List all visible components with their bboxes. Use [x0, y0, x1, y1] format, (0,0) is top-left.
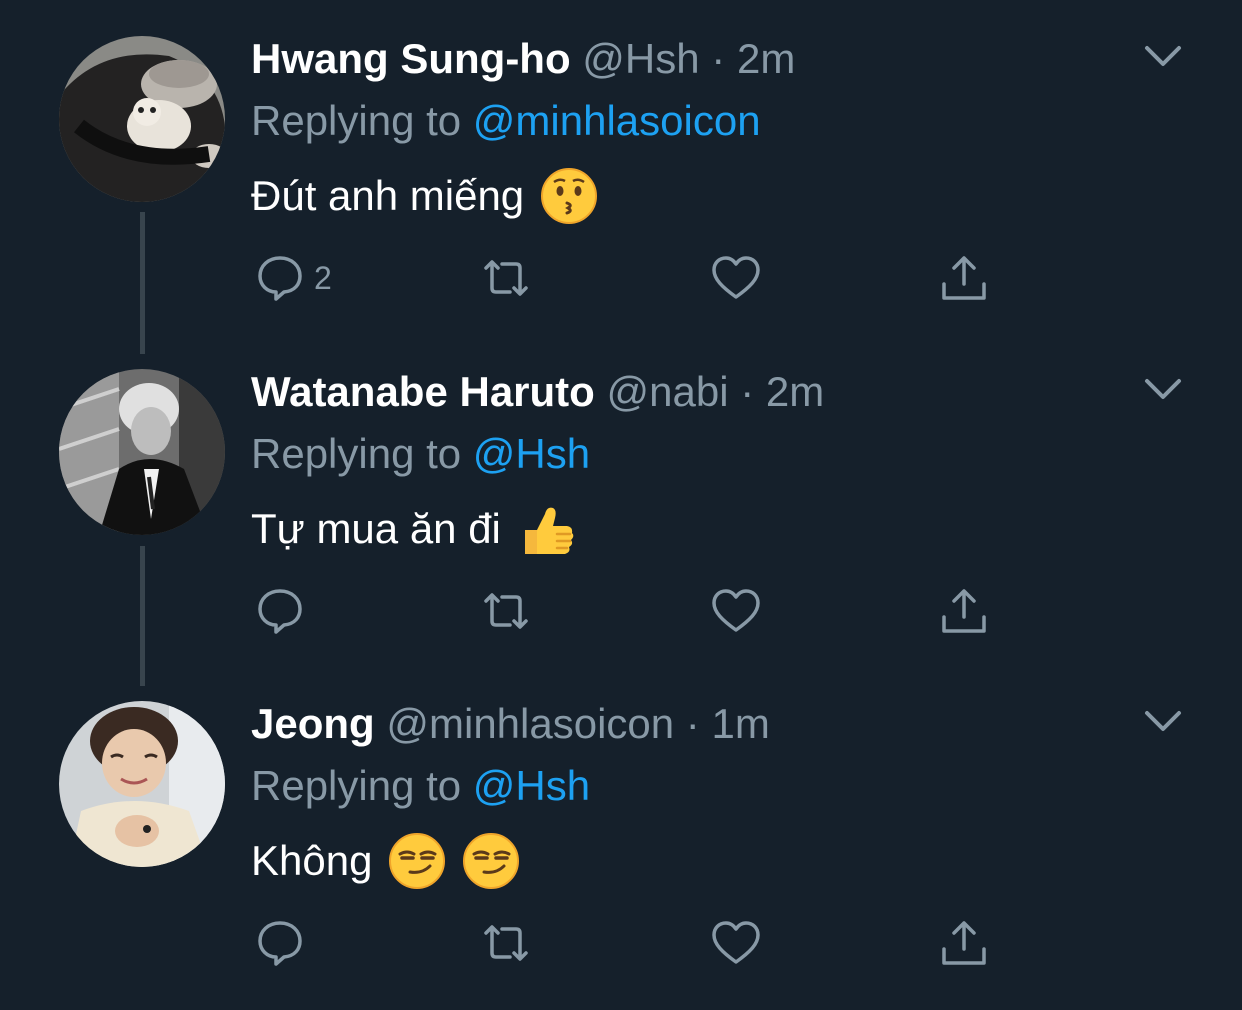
reply-count: 2: [314, 259, 332, 296]
display-name[interactable]: Hwang Sung-ho: [251, 35, 571, 82]
replying-to-handle[interactable]: @Hsh: [473, 430, 590, 477]
replying-to-handle[interactable]: @minhlasoicon: [473, 97, 761, 144]
reply-icon: [254, 252, 306, 304]
reply-button[interactable]: [254, 583, 306, 639]
like-button[interactable]: [710, 915, 762, 971]
avatar[interactable]: [59, 701, 225, 867]
reply-icon: [254, 585, 306, 637]
replying-to-label: Replying to: [251, 430, 462, 477]
timestamp[interactable]: 1m: [711, 700, 769, 747]
share-icon: [938, 917, 990, 969]
retweet-icon: [480, 917, 532, 969]
share-button[interactable]: [938, 583, 990, 639]
tweet-actions: 2: [250, 250, 1010, 306]
timestamp[interactable]: 2m: [737, 35, 795, 82]
tweet-text-content: Đút anh miếng: [251, 172, 525, 219]
separator-dot: ·: [685, 700, 700, 747]
avatar[interactable]: [59, 36, 225, 202]
reply-button[interactable]: [254, 915, 306, 971]
retweet-button[interactable]: [480, 250, 532, 306]
replying-to: Replying to @minhlasoicon: [251, 96, 761, 146]
share-button[interactable]: [938, 250, 990, 306]
like-icon: [710, 917, 762, 969]
share-icon: [938, 252, 990, 304]
tweet-text: Tự mua ăn đi: [251, 499, 575, 559]
kissing-face-emoji: [540, 167, 598, 225]
like-button[interactable]: [710, 583, 762, 639]
chevron-down-icon[interactable]: [1141, 371, 1185, 407]
tweet-text: Đút anh miếng: [251, 166, 598, 226]
replying-to-label: Replying to: [251, 97, 462, 144]
user-handle[interactable]: @nabi: [607, 368, 729, 415]
tweet-header: Watanabe Haruto @nabi · 2m: [251, 367, 824, 417]
separator-dot: ·: [711, 35, 726, 82]
tweet-text-content: Không: [251, 837, 373, 884]
tweet-header: Hwang Sung-ho @Hsh · 2m: [251, 34, 795, 84]
retweet-icon: [480, 585, 532, 637]
replying-to: Replying to @Hsh: [251, 429, 590, 479]
chevron-down-icon[interactable]: [1141, 703, 1185, 739]
replying-to-handle[interactable]: @Hsh: [473, 762, 590, 809]
user-handle[interactable]: @Hsh: [582, 35, 699, 82]
tweet[interactable]: Jeong @minhlasoicon · 1m Replying to @Hs…: [0, 665, 1242, 995]
display-name[interactable]: Jeong: [251, 700, 375, 747]
retweet-icon: [480, 252, 532, 304]
like-icon: [710, 252, 762, 304]
reply-thread: Hwang Sung-ho @Hsh · 2m Replying to @min…: [0, 0, 1242, 1010]
tweet-actions: [250, 915, 1010, 971]
like-button[interactable]: [710, 250, 762, 306]
replying-to-label: Replying to: [251, 762, 462, 809]
reply-button[interactable]: 2: [254, 250, 332, 306]
smirking-face-emoji: [462, 832, 520, 890]
tweet[interactable]: Watanabe Haruto @nabi · 2m Replying to @…: [0, 333, 1242, 663]
like-icon: [710, 585, 762, 637]
tweet-actions: [250, 583, 1010, 639]
share-button[interactable]: [938, 915, 990, 971]
tweet[interactable]: Hwang Sung-ho @Hsh · 2m Replying to @min…: [0, 0, 1242, 330]
tweet-text: Không: [251, 831, 520, 891]
timestamp[interactable]: 2m: [766, 368, 824, 415]
thumbs-up-emoji: [517, 500, 575, 558]
chevron-down-icon[interactable]: [1141, 38, 1185, 74]
tweet-header: Jeong @minhlasoicon · 1m: [251, 699, 770, 749]
avatar[interactable]: [59, 369, 225, 535]
share-icon: [938, 585, 990, 637]
reply-icon: [254, 917, 306, 969]
replying-to: Replying to @Hsh: [251, 761, 590, 811]
user-handle[interactable]: @minhlasoicon: [386, 700, 674, 747]
smirking-face-emoji: [388, 832, 446, 890]
tweet-text-content: Tự mua ăn đi: [251, 505, 501, 552]
separator-dot: ·: [740, 368, 755, 415]
retweet-button[interactable]: [480, 583, 532, 639]
display-name[interactable]: Watanabe Haruto: [251, 368, 595, 415]
retweet-button[interactable]: [480, 915, 532, 971]
